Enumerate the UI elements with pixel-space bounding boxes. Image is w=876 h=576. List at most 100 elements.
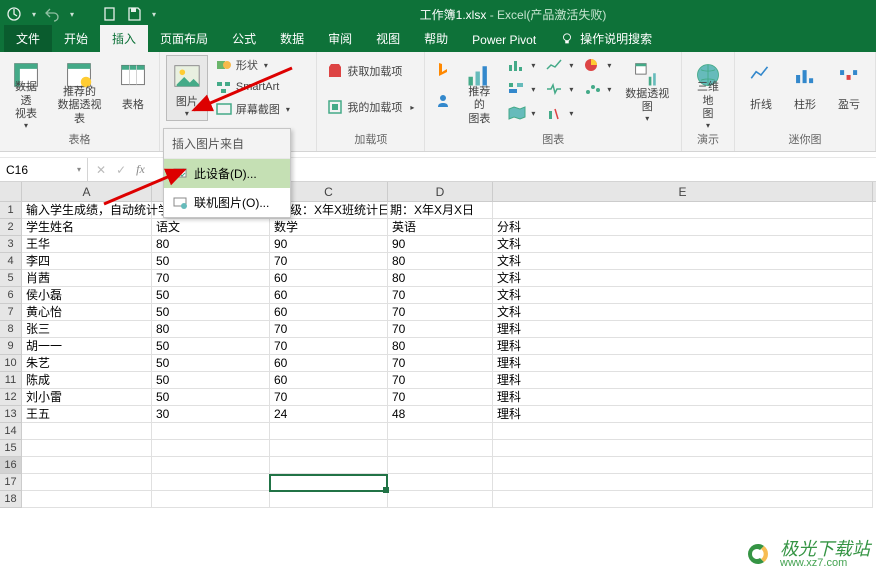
enter-icon[interactable]: ✓ bbox=[116, 163, 126, 177]
cancel-icon[interactable]: ✕ bbox=[96, 163, 106, 177]
cell[interactable]: 侯小磊 bbox=[22, 287, 152, 304]
cell[interactable] bbox=[22, 491, 152, 508]
cell[interactable]: 肖茜 bbox=[22, 270, 152, 287]
bing-button[interactable] bbox=[431, 59, 455, 79]
row-header[interactable]: 18 bbox=[0, 491, 22, 508]
cell[interactable]: 70 bbox=[270, 321, 388, 338]
shapes-button[interactable]: 形状▾ bbox=[212, 55, 294, 75]
dropdown-icon[interactable]: ▾ bbox=[70, 10, 74, 19]
cell[interactable] bbox=[152, 423, 270, 440]
undo-icon[interactable] bbox=[44, 6, 60, 22]
cell[interactable] bbox=[493, 202, 873, 219]
cell[interactable]: 70 bbox=[270, 253, 388, 270]
cell[interactable]: 70 bbox=[270, 389, 388, 406]
cell[interactable]: 30 bbox=[152, 406, 270, 423]
cell[interactable]: 数学 bbox=[270, 219, 388, 236]
cell[interactable] bbox=[22, 440, 152, 457]
cell[interactable]: 70 bbox=[388, 287, 493, 304]
cell[interactable] bbox=[270, 423, 388, 440]
row-header[interactable]: 1 bbox=[0, 202, 22, 219]
row-header[interactable]: 14 bbox=[0, 423, 22, 440]
cell[interactable] bbox=[152, 474, 270, 491]
cell[interactable]: 分科 bbox=[493, 219, 873, 236]
chart-type-2[interactable]: ▾ bbox=[541, 55, 577, 75]
chart-type-5[interactable]: ▾ bbox=[541, 79, 577, 99]
cell[interactable]: 70 bbox=[388, 304, 493, 321]
cell[interactable]: 80 bbox=[152, 321, 270, 338]
cell[interactable]: 50 bbox=[152, 253, 270, 270]
tab-help[interactable]: 帮助 bbox=[412, 25, 460, 52]
row-header[interactable]: 8 bbox=[0, 321, 22, 338]
cell[interactable] bbox=[493, 440, 873, 457]
cell[interactable] bbox=[152, 457, 270, 474]
cell[interactable] bbox=[270, 457, 388, 474]
my-addins-button[interactable]: 我的加载项▸ bbox=[323, 97, 418, 117]
chart-type-1[interactable]: ▾ bbox=[503, 55, 539, 75]
tab-formulas[interactable]: 公式 bbox=[220, 25, 268, 52]
dropdown-this-device[interactable]: 此设备(D)... bbox=[164, 159, 290, 188]
fx-icon[interactable]: fx bbox=[136, 162, 145, 177]
cell[interactable]: 文科 bbox=[493, 253, 873, 270]
cell[interactable]: 50 bbox=[152, 338, 270, 355]
cell[interactable] bbox=[388, 491, 493, 508]
map3d-button[interactable]: 三维地 图▾ bbox=[688, 55, 728, 119]
row-header[interactable]: 10 bbox=[0, 355, 22, 372]
cell[interactable]: 理科 bbox=[493, 372, 873, 389]
cell[interactable]: 70 bbox=[388, 321, 493, 338]
cell[interactable] bbox=[388, 440, 493, 457]
maps-button[interactable]: ▾ bbox=[503, 103, 539, 123]
get-addins-button[interactable]: 获取加载项 bbox=[323, 61, 418, 81]
cell[interactable]: 文科 bbox=[493, 287, 873, 304]
cell[interactable]: 文科 bbox=[493, 270, 873, 287]
cell[interactable]: 50 bbox=[152, 304, 270, 321]
row-header[interactable]: 4 bbox=[0, 253, 22, 270]
cell[interactable] bbox=[22, 474, 152, 491]
cell[interactable] bbox=[270, 474, 388, 491]
cell[interactable]: 文科 bbox=[493, 304, 873, 321]
cell[interactable]: 80 bbox=[388, 270, 493, 287]
select-all-button[interactable] bbox=[0, 182, 22, 201]
screenshot-button[interactable]: 屏幕截图▾ bbox=[212, 99, 294, 119]
cell[interactable] bbox=[388, 202, 493, 219]
column-header[interactable]: D bbox=[388, 182, 493, 201]
cell[interactable]: 理科 bbox=[493, 355, 873, 372]
cell[interactable] bbox=[270, 491, 388, 508]
cell[interactable]: 80 bbox=[152, 236, 270, 253]
recommended-pivot-button[interactable]: 推荐的 数据透视表 bbox=[50, 55, 109, 119]
chart-type-6[interactable]: ▾ bbox=[579, 79, 615, 99]
cell[interactable]: 60 bbox=[270, 304, 388, 321]
spreadsheet-grid[interactable]: ABCDE 1输入学生成绩，自动统计学科的平均分等数据。班级：X年X班统计日期：… bbox=[0, 182, 876, 508]
cell[interactable]: 理科 bbox=[493, 406, 873, 423]
cell[interactable] bbox=[493, 474, 873, 491]
tab-review[interactable]: 审阅 bbox=[316, 25, 364, 52]
cell[interactable]: 70 bbox=[388, 355, 493, 372]
tab-view[interactable]: 视图 bbox=[364, 25, 412, 52]
cell[interactable] bbox=[270, 440, 388, 457]
row-header[interactable]: 16 bbox=[0, 457, 22, 474]
cell[interactable]: 70 bbox=[388, 372, 493, 389]
cell[interactable] bbox=[388, 474, 493, 491]
picture-button[interactable]: 图片▾ bbox=[166, 55, 208, 121]
cell[interactable]: 理科 bbox=[493, 389, 873, 406]
new-icon[interactable] bbox=[102, 6, 118, 22]
cell[interactable] bbox=[22, 457, 152, 474]
tab-layout[interactable]: 页面布局 bbox=[148, 25, 220, 52]
tab-home[interactable]: 开始 bbox=[52, 25, 100, 52]
cell[interactable] bbox=[493, 457, 873, 474]
pivot-table-button[interactable]: 数据透 视表▾ bbox=[6, 55, 46, 119]
cell[interactable]: 王华 bbox=[22, 236, 152, 253]
pivot-chart-button[interactable]: 数据透视图▾ bbox=[619, 55, 675, 119]
cell[interactable]: 胡一一 bbox=[22, 338, 152, 355]
cell[interactable]: 48 bbox=[388, 406, 493, 423]
cell[interactable] bbox=[493, 491, 873, 508]
cell[interactable]: 50 bbox=[152, 372, 270, 389]
cell[interactable]: 陈成 bbox=[22, 372, 152, 389]
cell[interactable] bbox=[388, 423, 493, 440]
cell[interactable]: 60 bbox=[270, 355, 388, 372]
cell[interactable]: 刘小雷 bbox=[22, 389, 152, 406]
row-header[interactable]: 12 bbox=[0, 389, 22, 406]
cell[interactable]: 70 bbox=[152, 270, 270, 287]
cell[interactable]: 70 bbox=[388, 389, 493, 406]
row-header[interactable]: 13 bbox=[0, 406, 22, 423]
table-button[interactable]: 表格 bbox=[113, 55, 153, 119]
